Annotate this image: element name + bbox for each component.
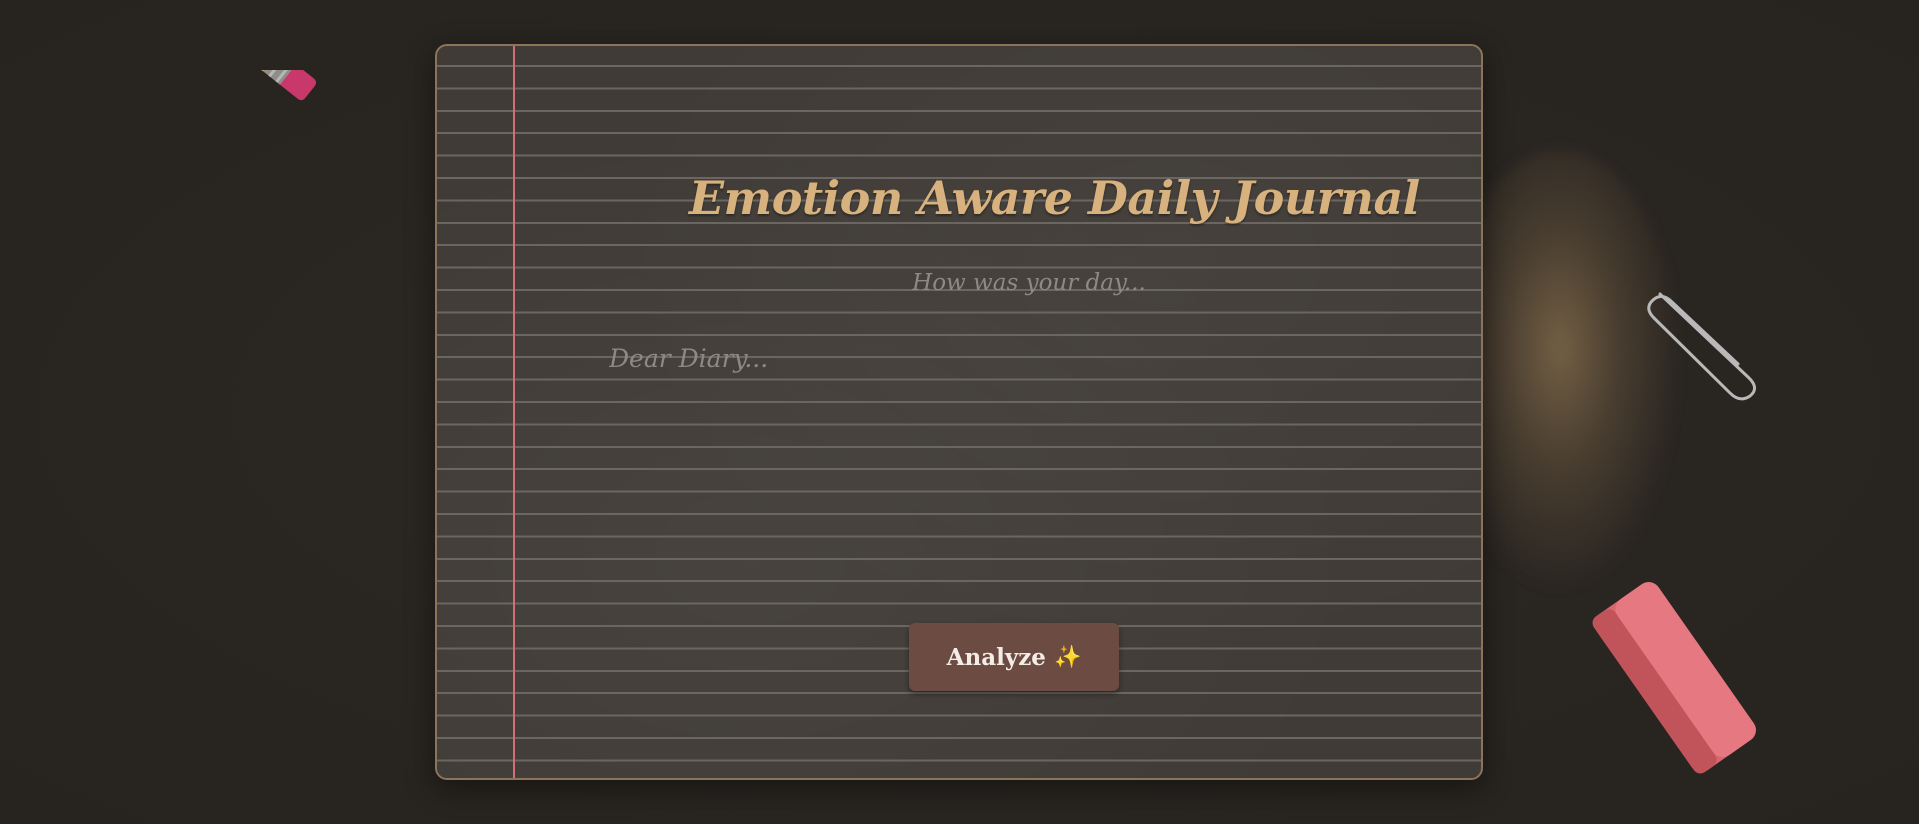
eraser-icon [1592,582,1756,774]
sparkles-icon: ✨ [1053,644,1082,670]
margin-line [513,46,515,778]
page-title: Emotion Aware Daily Journal [689,171,1420,225]
desk-background: Emotion Aware Daily Journal How was your… [0,0,1919,824]
pencil-icon [137,70,317,101]
journal-entry-input[interactable] [609,344,1429,644]
journal-paper: Emotion Aware Daily Journal How was your… [435,44,1483,780]
analyze-button[interactable]: Analyze ✨ [909,623,1119,691]
paperclip-icon [1647,292,1756,401]
title-row: Emotion Aware Daily Journal [667,158,1420,238]
analyze-button-label: Analyze [946,643,1046,671]
page-subtitle: How was your day... [912,270,1146,296]
